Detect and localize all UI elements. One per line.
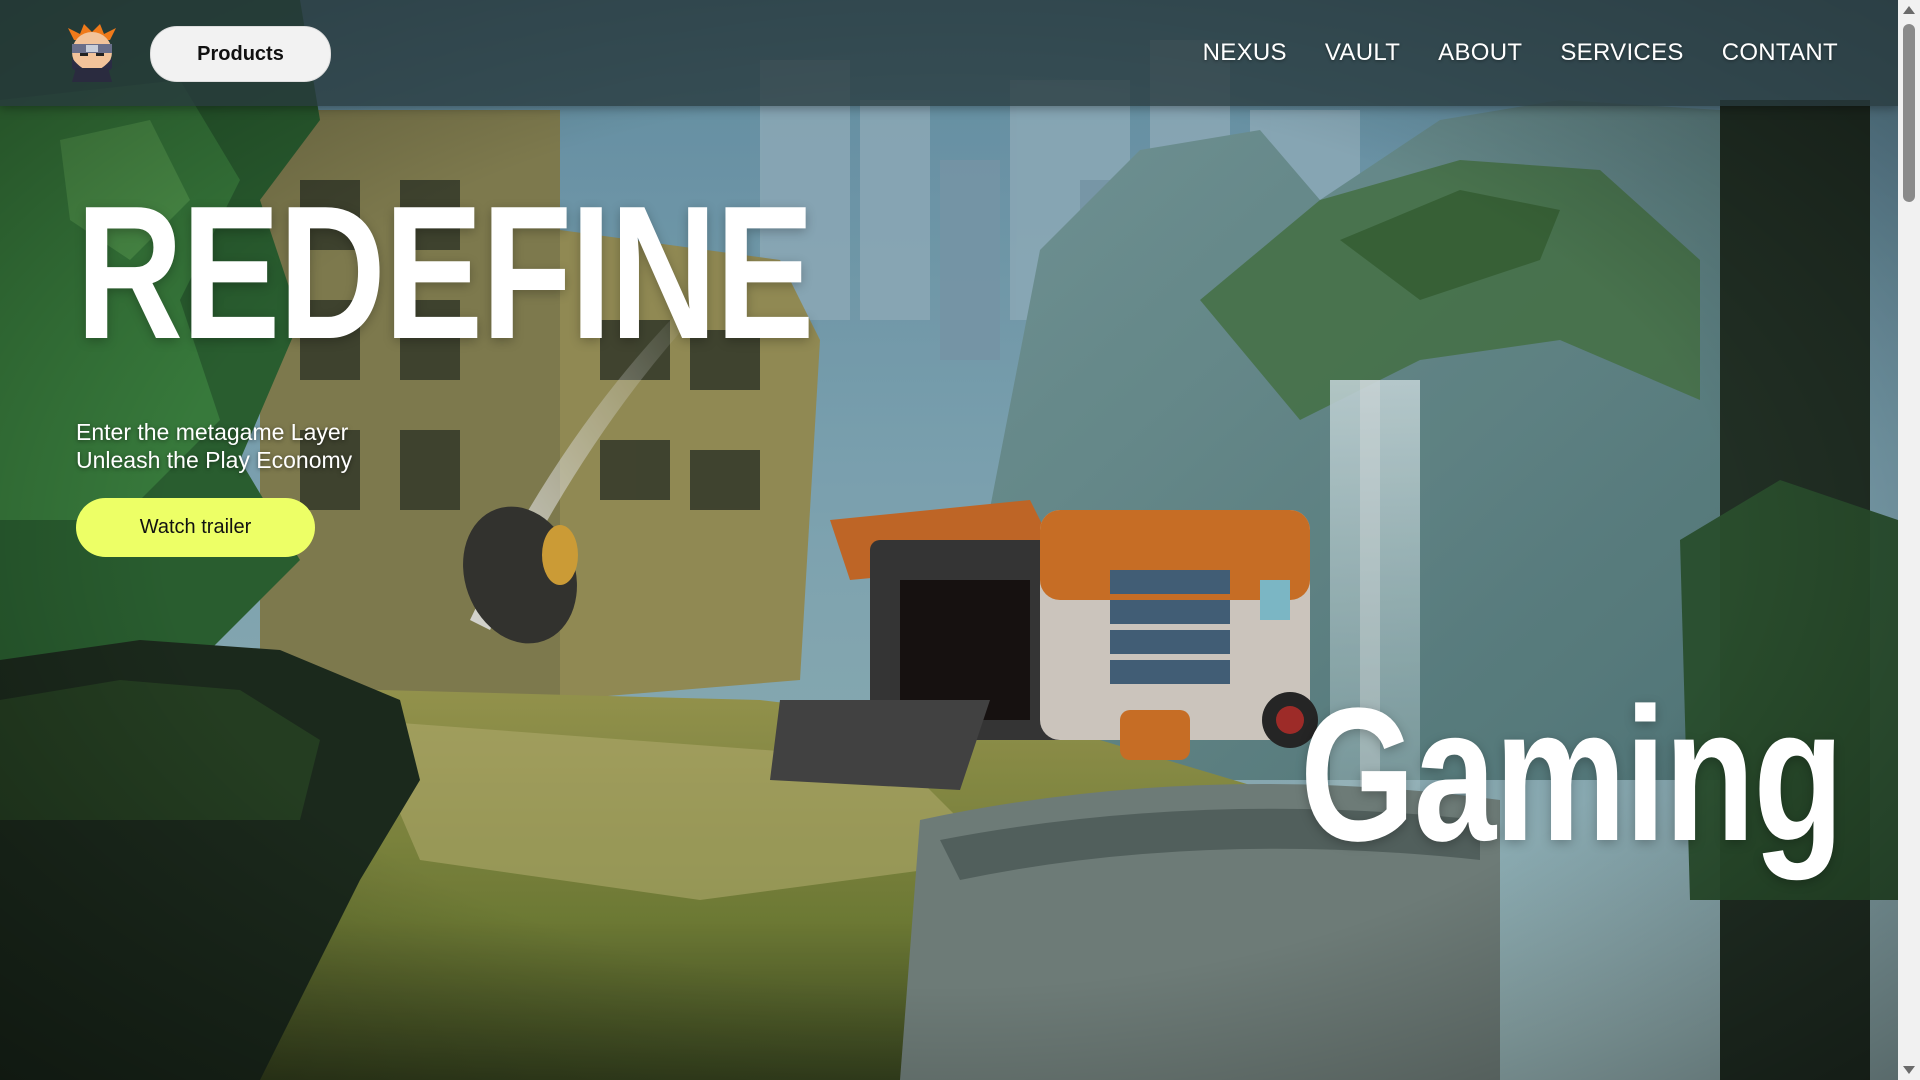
ninja-avatar-icon <box>68 24 116 82</box>
brand-logo[interactable] <box>64 22 120 82</box>
scrollbar-thumb[interactable] <box>1903 24 1915 202</box>
vertical-scrollbar[interactable] <box>1898 0 1920 1080</box>
nav-link-about[interactable]: ABOUT <box>1438 39 1522 67</box>
nav-link-services[interactable]: SERVICES <box>1560 39 1683 67</box>
hero-page: Products NEXUS VAULT ABOUT SERVICES CONT… <box>0 0 1920 1080</box>
nav-link-contant[interactable]: CONTANT <box>1722 39 1838 67</box>
tagline-line-1: Enter the metagame Layer <box>76 419 349 445</box>
hero-tagline: Enter the metagame Layer Unleash the Pla… <box>76 418 352 474</box>
scroll-down-arrow-icon[interactable] <box>1903 1066 1915 1074</box>
products-button[interactable]: Products <box>150 26 331 82</box>
top-navbar: Products NEXUS VAULT ABOUT SERVICES CONT… <box>0 0 1898 106</box>
hero-subtitle: Gaming <box>1300 669 1844 881</box>
nav-links: NEXUS VAULT ABOUT SERVICES CONTANT <box>1203 0 1838 106</box>
tagline-line-2: Unleash the Play Economy <box>76 447 353 473</box>
watch-trailer-button[interactable]: Watch trailer <box>76 498 315 557</box>
scroll-up-arrow-icon[interactable] <box>1903 6 1915 14</box>
hero-title: REDEFINE <box>76 167 814 379</box>
nav-link-nexus[interactable]: NEXUS <box>1203 39 1287 67</box>
nav-link-vault[interactable]: VAULT <box>1325 39 1400 67</box>
